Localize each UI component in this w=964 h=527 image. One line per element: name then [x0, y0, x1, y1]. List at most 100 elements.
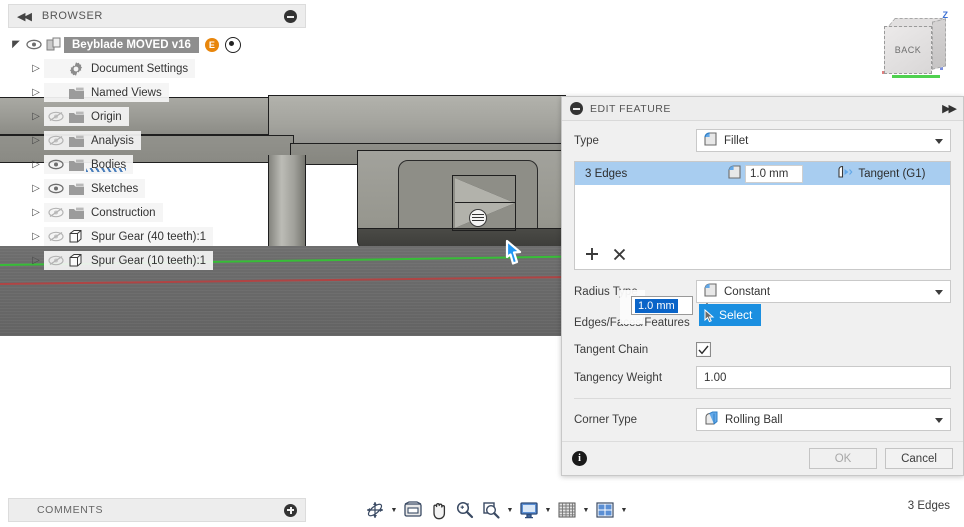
- tree-row-document-settings[interactable]: ▷ Document Settings: [8, 58, 306, 79]
- selection-row-radius[interactable]: 1.0 mm: [727, 164, 804, 183]
- eye-hidden-icon[interactable]: [46, 255, 66, 266]
- chevron-down-icon[interactable]: [935, 139, 943, 144]
- tree-row-content[interactable]: Analysis: [44, 131, 141, 150]
- grid-snaps-dropdown-caret-icon[interactable]: ▼: [581, 498, 591, 522]
- chevron-down-icon[interactable]: [935, 418, 943, 423]
- folder-icon: [66, 110, 86, 124]
- eye-hidden-icon[interactable]: [46, 207, 66, 218]
- dialog-footer: i OK Cancel: [562, 441, 963, 475]
- tree-row-construction[interactable]: ▷ Construction: [8, 202, 306, 223]
- display-settings-icon[interactable]: [517, 498, 541, 522]
- eye-hidden-icon[interactable]: [46, 231, 66, 242]
- circle-minus-icon[interactable]: [570, 102, 583, 115]
- eye-hidden-icon[interactable]: [46, 135, 66, 146]
- browser-title: BROWSER: [41, 10, 103, 22]
- triangle-right-icon[interactable]: ▷: [28, 255, 44, 266]
- eye-visible-icon[interactable]: [46, 159, 66, 170]
- triangle-right-icon[interactable]: ▷: [28, 87, 44, 98]
- tree-row-named-views[interactable]: ▷ Named Views: [8, 82, 306, 103]
- tree-row-content[interactable]: Sketches: [44, 179, 146, 198]
- model-slab-top-right[interactable]: [268, 95, 566, 145]
- radius-value-input[interactable]: 1.0 mm: [745, 164, 804, 183]
- document-badge[interactable]: E: [204, 37, 219, 52]
- inline-radius-input[interactable]: 1.0 mm: [631, 296, 693, 315]
- tree-row-analysis[interactable]: ▷ Analysis: [8, 130, 306, 151]
- tree-row-sketches[interactable]: ▷ Sketches: [8, 178, 306, 199]
- triangle-right-icon[interactable]: ▷: [28, 63, 44, 74]
- double-chevron-left-icon[interactable]: ◀◀: [17, 10, 32, 23]
- tree-row-content[interactable]: Spur Gear (10 teeth):1: [44, 251, 214, 270]
- tree-row-content[interactable]: Bodies: [44, 155, 134, 174]
- selection-list-empty-area[interactable]: [575, 185, 950, 243]
- orbit-icon[interactable]: [363, 498, 387, 522]
- document-name[interactable]: Beyblade MOVED v16: [64, 36, 199, 53]
- triangle-right-icon[interactable]: ▷: [28, 231, 44, 242]
- tree-row-content[interactable]: Named Views: [44, 83, 169, 102]
- circle-minus-icon[interactable]: [284, 9, 297, 23]
- browser-header[interactable]: ◀◀ BROWSER: [8, 4, 306, 28]
- zoom-window-dropdown-caret-icon[interactable]: ▼: [505, 498, 515, 522]
- continuity-value: Tangent (G1): [858, 167, 926, 180]
- pan-hand-icon[interactable]: [427, 498, 451, 522]
- eye-visible-icon[interactable]: [46, 183, 66, 194]
- folder-icon: [66, 182, 86, 196]
- zoom-icon[interactable]: [453, 498, 477, 522]
- triangle-right-icon[interactable]: ▷: [28, 135, 44, 146]
- circle-plus-icon[interactable]: [284, 503, 297, 517]
- manipulator-handle-icon[interactable]: [469, 209, 487, 227]
- type-value: Fillet: [724, 134, 749, 147]
- eye-visible-icon[interactable]: [24, 39, 44, 50]
- ok-button[interactable]: OK: [809, 448, 877, 469]
- tree-row-label: Analysis: [91, 134, 134, 147]
- viewports-dropdown-caret-icon[interactable]: ▼: [619, 498, 629, 522]
- tree-row-spur-gear-10-teeth-1[interactable]: ▷ Spur Gear (10 teeth):1: [8, 250, 306, 271]
- triangle-right-icon[interactable]: ▷: [28, 207, 44, 218]
- selection-row-continuity[interactable]: Tangent (G1): [837, 165, 925, 182]
- fillet-icon: [727, 164, 742, 183]
- radio-target-icon[interactable]: [224, 36, 241, 53]
- viewcube-front-face[interactable]: BACK: [884, 26, 932, 74]
- tree-row-document[interactable]: ◤ Beyblade MOVED v16 E: [8, 34, 306, 55]
- tree-row-content[interactable]: Origin: [44, 107, 129, 126]
- view-cube[interactable]: BACK Z: [870, 10, 956, 84]
- viewcube-z-label: Z: [942, 10, 949, 20]
- display-settings-dropdown-caret-icon[interactable]: ▼: [543, 498, 553, 522]
- tree-row-content[interactable]: Construction: [44, 203, 163, 222]
- select-tooltip-label: Select: [719, 308, 753, 322]
- selection-list-row[interactable]: 3 Edges 1.0 mm Tangent (G1): [575, 162, 950, 185]
- tree-row-origin[interactable]: ▷ Origin: [8, 106, 306, 127]
- select-tooltip[interactable]: Select: [699, 304, 762, 326]
- dialog-title-bar[interactable]: EDIT FEATURE ▶▶: [562, 97, 963, 121]
- info-icon[interactable]: i: [572, 451, 587, 466]
- plus-icon[interactable]: [585, 247, 599, 265]
- x-icon[interactable]: [613, 248, 626, 265]
- type-dropdown[interactable]: Fillet: [696, 129, 951, 152]
- cancel-button[interactable]: Cancel: [885, 448, 953, 469]
- orbit-dropdown-caret-icon[interactable]: ▼: [389, 498, 399, 522]
- triangle-right-icon[interactable]: ▷: [28, 159, 44, 170]
- inline-radius-editor: 1.0 mm Select: [631, 296, 762, 326]
- tree-row-label: Named Views: [91, 86, 162, 99]
- browser-panel: ◀◀ BROWSER ◤ Beyblade MOVED v16 E ▷ Docum…: [8, 4, 306, 274]
- triangle-down-icon[interactable]: ◤: [8, 39, 24, 50]
- tree-row-spur-gear-40-teeth-1[interactable]: ▷ Spur Gear (40 teeth):1: [8, 226, 306, 247]
- eye-hidden-icon[interactable]: [46, 111, 66, 122]
- tangency-weight-input[interactable]: 1.00: [696, 366, 951, 389]
- look-at-icon[interactable]: [401, 498, 425, 522]
- chevron-down-icon[interactable]: [935, 290, 943, 295]
- triangle-right-icon[interactable]: ▷: [28, 183, 44, 194]
- tree-row-content[interactable]: Spur Gear (40 teeth):1: [44, 227, 214, 246]
- radius-type-dropdown[interactable]: Constant: [696, 280, 951, 303]
- viewports-icon[interactable]: [593, 498, 617, 522]
- corner-type-dropdown[interactable]: Rolling Ball: [696, 408, 951, 431]
- comments-panel[interactable]: COMMENTS: [8, 498, 306, 522]
- tree-row-bodies[interactable]: ▷ Bodies: [8, 154, 306, 175]
- grid-snaps-icon[interactable]: [555, 498, 579, 522]
- tree-row-content[interactable]: Document Settings: [44, 59, 196, 78]
- viewcube-side-face[interactable]: [932, 18, 946, 70]
- tangent-chain-checkbox[interactable]: [696, 342, 711, 357]
- double-chevron-right-icon[interactable]: ▶▶: [942, 102, 957, 115]
- field-tangent-chain: Tangent Chain: [574, 342, 951, 357]
- triangle-right-icon[interactable]: ▷: [28, 111, 44, 122]
- zoom-window-icon[interactable]: [479, 498, 503, 522]
